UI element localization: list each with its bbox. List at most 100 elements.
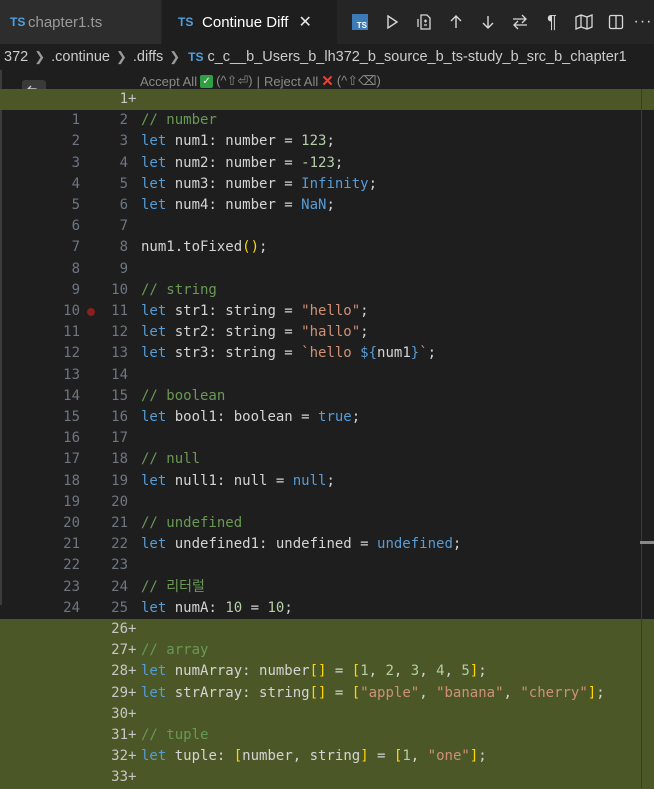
added-line[interactable]: 30 + xyxy=(0,703,654,725)
code-token: // 리터럴 xyxy=(141,578,205,595)
code-line[interactable]: 19 20 xyxy=(0,492,654,513)
code-line[interactable]: 67 xyxy=(0,216,654,237)
code-token: // number xyxy=(141,112,217,129)
code-token: ; xyxy=(452,536,462,553)
added-line[interactable]: 33 + xyxy=(0,767,654,789)
code-token: num1.toFixed xyxy=(141,239,243,256)
code-token: numA: xyxy=(166,599,226,616)
modified-line-number: 6 xyxy=(119,197,128,213)
modified-line-number: 20 xyxy=(111,493,128,510)
code-line[interactable]: 15 16 let bool1: boolean = true; xyxy=(0,407,654,428)
code-line[interactable]: 18 19 let null1: null = null; xyxy=(0,471,654,492)
code-text: let undefined1: undefined = undefined; xyxy=(141,534,461,555)
swap-icon[interactable] xyxy=(504,0,536,44)
code-line[interactable]: 20 21 // undefined xyxy=(0,513,654,534)
code-line[interactable]: 4 5 let num3: number = Infinity; xyxy=(0,174,654,195)
breadcrumb: 372 ❯ .continue ❯ .diffs ❯ TS c_c__b_Use… xyxy=(0,44,654,70)
code-line[interactable]: 11 12 let str2: string = "hallo"; xyxy=(0,322,654,343)
code-text: let str3: string = `hello ${num1}`; xyxy=(141,343,436,364)
code-token: ; xyxy=(478,663,487,680)
code-token: ; xyxy=(351,409,361,425)
code-text: // undefined xyxy=(141,513,242,534)
code-line[interactable]: 17 18 // null xyxy=(0,449,654,470)
code-line[interactable]: 10 11 let str1: string = "hello"; xyxy=(0,301,654,322)
arrow-up-icon[interactable] xyxy=(440,0,472,44)
code-line[interactable]: 22 23 xyxy=(0,555,654,576)
added-line[interactable]: 29 + let strArray: string[] = ["apple", "b… xyxy=(0,682,654,704)
added-line[interactable]: 27 +// array xyxy=(0,640,654,662)
code-token: ; xyxy=(360,303,369,319)
code-token: [] xyxy=(309,684,327,701)
added-line[interactable]: 31 +// tuple xyxy=(0,725,654,747)
code-line[interactable]: 5 6 let num4: number = NaN; xyxy=(0,195,654,216)
code-token: "hallo" xyxy=(301,324,361,341)
modified-line-number: 23 xyxy=(111,557,128,574)
code-line[interactable]: 16 17 xyxy=(0,428,654,449)
modified-line-number: 4 xyxy=(119,154,128,171)
added-line[interactable]: 28 + let numArray: number[] = [1, 2, 3, 4,… xyxy=(0,661,654,683)
code-line[interactable]: 89 xyxy=(0,259,654,280)
modified-line-number: 16 xyxy=(111,409,128,425)
code-line[interactable]: 12 13 let str3: string = `hello ${num1}`; xyxy=(0,343,654,364)
added-line[interactable]: 1 + xyxy=(0,89,654,111)
split-editor-icon[interactable] xyxy=(600,0,632,44)
code-token: let xyxy=(141,472,167,489)
diff-action-bar: Accept All ✓ (^⇧⏎) | Reject All ✕ (^⇧⌫) xyxy=(140,72,381,90)
pilcrow-icon[interactable]: ¶ xyxy=(536,0,568,44)
modified-line-number: 11 xyxy=(111,303,128,319)
code-line[interactable]: 3 4 let num2: number = -123; xyxy=(0,153,654,174)
breadcrumb-file[interactable]: c_c__b_Users_b_lh372_b_source_b_ts-study… xyxy=(203,49,630,65)
breadcrumb-item[interactable]: .continue xyxy=(47,49,114,65)
code-text: let null1: null = null; xyxy=(141,471,335,492)
code-line[interactable]: 24 25 let numA: 10 = 10; xyxy=(0,598,654,619)
code-line[interactable]: 1 2 // number xyxy=(0,110,654,131)
breadcrumb-item[interactable]: 372 xyxy=(0,49,32,65)
code-token: , xyxy=(419,663,437,680)
code-text: let str1: string = "hello"; xyxy=(141,301,369,322)
code-token: ; xyxy=(326,197,335,213)
code-line[interactable]: 9 10 // string xyxy=(0,280,654,301)
code-token: bool1: boolean = xyxy=(166,409,319,425)
breadcrumb-item[interactable]: .diffs xyxy=(129,49,167,65)
modified-line-number: 13 xyxy=(111,345,128,362)
modified-line-number: 5 xyxy=(119,175,128,192)
original-line-number: 21 xyxy=(63,536,80,553)
code-token: let xyxy=(141,345,167,362)
code-token: let xyxy=(141,684,167,701)
tab-continue-diff[interactable]: TS Continue Diff ✕ xyxy=(162,0,338,44)
reject-all-button[interactable]: Reject All xyxy=(264,74,318,89)
code-line[interactable]: 14 15 // boolean xyxy=(0,386,654,407)
code-token: ; xyxy=(259,239,268,256)
added-line[interactable]: 26 + xyxy=(0,619,654,641)
code-line[interactable]: 7 8 num1.toFixed(); xyxy=(0,237,654,258)
scrollbar-thumb[interactable] xyxy=(640,541,654,544)
code-token: ; xyxy=(360,324,369,341)
check-icon[interactable]: ✓ xyxy=(200,74,214,88)
code-token: let xyxy=(141,663,167,680)
modified-line-number: 9 xyxy=(119,260,128,277)
original-line-number: 5 xyxy=(71,197,80,213)
run-icon[interactable] xyxy=(376,0,408,44)
code-token: null1: null = xyxy=(166,472,293,489)
ts-preview-icon[interactable]: TS xyxy=(344,0,376,44)
breakpoint-icon[interactable] xyxy=(87,308,95,316)
map-icon[interactable] xyxy=(568,0,600,44)
code-line[interactable]: 23 24 // 리터럴 xyxy=(0,577,654,598)
code-token: // undefined xyxy=(141,515,243,531)
close-icon[interactable]: ✕ xyxy=(298,12,311,32)
code-line[interactable]: 13 14 xyxy=(0,365,654,386)
added-line[interactable]: 32 + let tuple: [number, string] = [1, "on… xyxy=(0,746,654,768)
vertical-scrollbar[interactable] xyxy=(640,89,654,788)
arrow-down-icon[interactable] xyxy=(472,0,504,44)
open-changes-icon[interactable] xyxy=(408,0,440,44)
tab-chapter1[interactable]: TS chapter1.ts xyxy=(0,0,163,44)
more-icon[interactable]: ··· xyxy=(632,0,654,44)
original-line-number: 23 xyxy=(63,578,80,595)
code-line[interactable]: 21 22 let undefined1: undefined = undefine… xyxy=(0,534,654,555)
modified-line-number: 21 xyxy=(111,515,128,531)
accept-all-button[interactable]: Accept All xyxy=(140,74,197,89)
original-line-number: 10 xyxy=(63,303,80,319)
code-line[interactable]: 2 3 let num1: number = 123; xyxy=(0,131,654,152)
added-marker: + xyxy=(128,642,137,659)
reject-x-icon[interactable]: ✕ xyxy=(321,72,334,90)
